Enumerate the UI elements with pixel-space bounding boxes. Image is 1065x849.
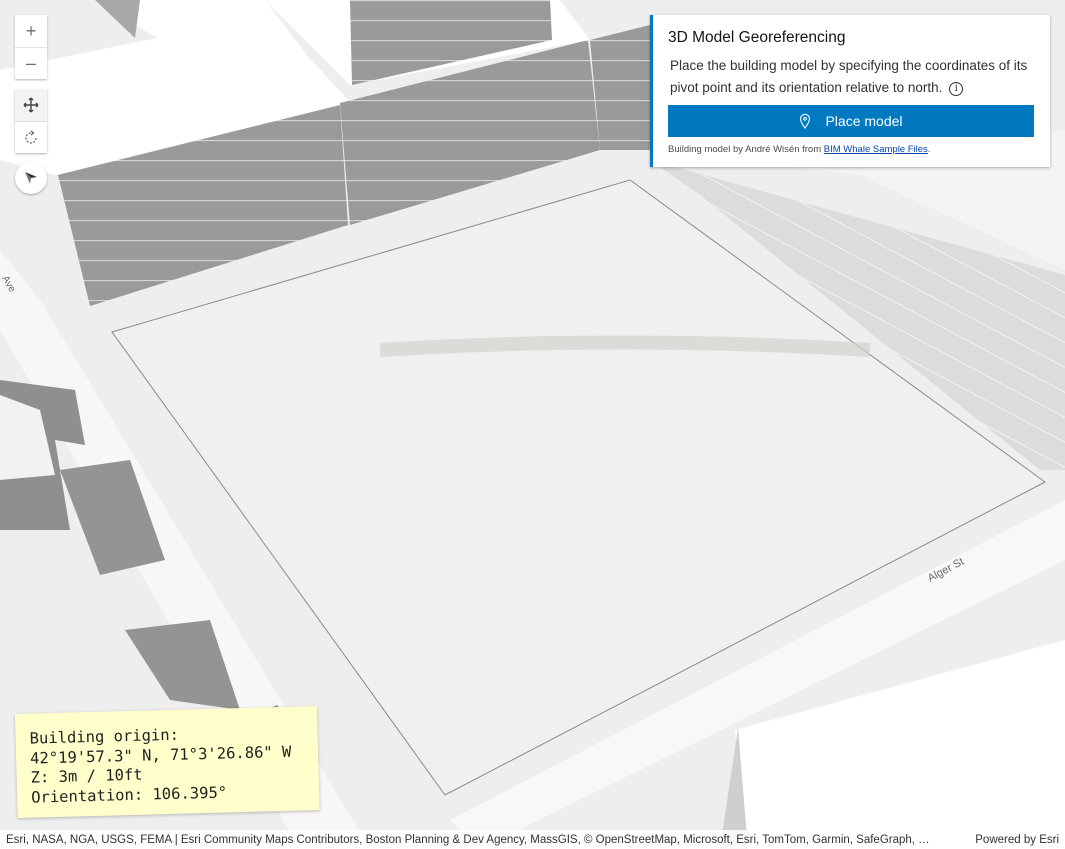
rotate-icon <box>25 129 37 144</box>
panel-title: 3D Model Georeferencing <box>668 29 846 46</box>
parcel-shadow <box>379 335 871 357</box>
compass-icon <box>25 172 37 184</box>
credit-suffix: . <box>927 144 931 155</box>
credit-prefix: Building model by André Wisén from <box>668 144 824 155</box>
pan-icon <box>23 97 39 113</box>
powered-by-esri[interactable]: Powered by Esri <box>975 834 1059 846</box>
place-model-button[interactable]: Place model <box>668 105 1034 137</box>
compass-button[interactable] <box>15 162 47 194</box>
zoom-out-button[interactable]: – <box>15 47 47 79</box>
georeferencing-panel: 3D Model Georeferencing Place the buildi… <box>650 15 1050 167</box>
info-icon[interactable]: i <box>949 82 964 96</box>
zoom-in-button[interactable]: + <box>15 15 47 47</box>
zoom-widget: + – <box>15 15 47 79</box>
map-pin-icon <box>800 113 811 129</box>
building-right-wall <box>590 25 650 150</box>
pan-button[interactable] <box>15 89 47 121</box>
navigation-toggle <box>15 89 47 153</box>
building-origin-note: Building origin: 42°19'57.3" N, 71°3'26.… <box>15 706 320 818</box>
panel-description: Place the building model by specifying t… <box>670 55 1035 99</box>
attribution-text[interactable]: Esri, NASA, NGA, USGS, FEMA | Esri Commu… <box>6 834 963 846</box>
plus-icon: + <box>25 20 37 41</box>
model-credit: Building model by André Wisén from BIM W… <box>668 144 1035 155</box>
place-model-label: Place model <box>825 113 903 129</box>
rotate-button[interactable] <box>15 121 47 153</box>
attribution-bar[interactable]: Esri, NASA, NGA, USGS, FEMA | Esri Commu… <box>0 830 1065 849</box>
bim-whale-link[interactable]: BIM Whale Sample Files <box>824 144 928 155</box>
minus-icon: – <box>25 53 36 73</box>
panel-description-text: Place the building model by specifying t… <box>670 58 1028 95</box>
